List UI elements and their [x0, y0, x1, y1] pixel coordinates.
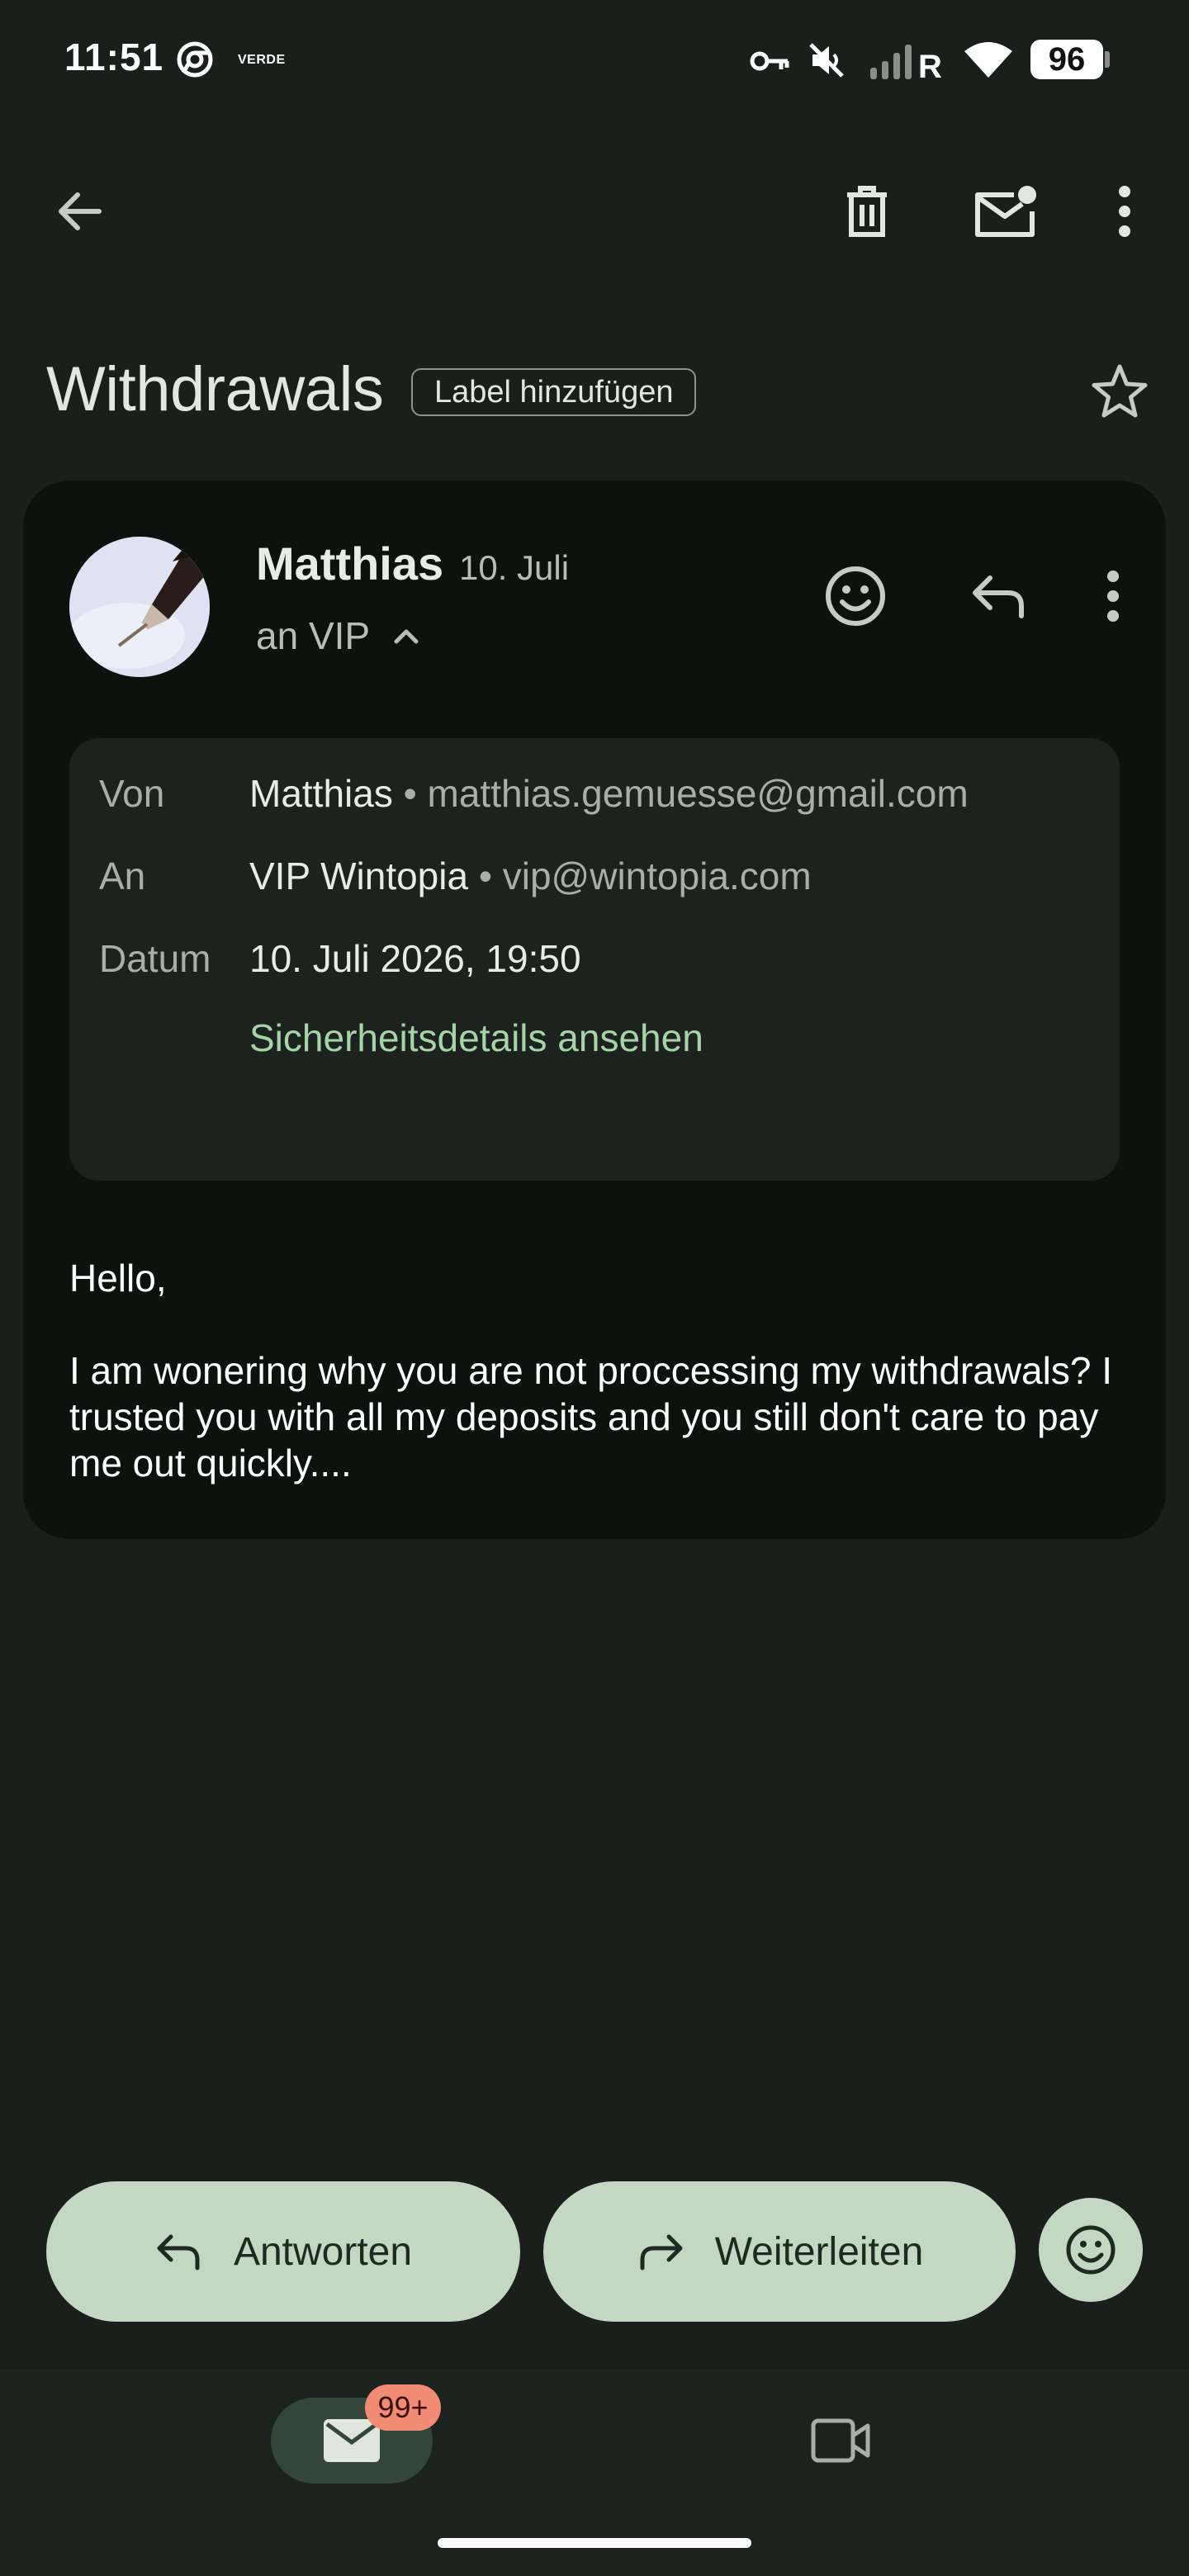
more-vert-icon — [1107, 571, 1119, 622]
trash-icon — [847, 186, 887, 237]
status-time: 11:51 — [64, 36, 164, 78]
from-name: Matthias — [249, 772, 393, 815]
recipient-details-toggle[interactable]: an VIP — [256, 611, 421, 661]
svg-text:R: R — [918, 49, 942, 81]
vpn-key-icon — [750, 51, 789, 71]
unread-count-badge: 99+ — [365, 2384, 441, 2431]
reply-icon — [157, 2234, 200, 2271]
security-details-link[interactable]: Sicherheitsdetails ansehen — [249, 1016, 703, 1060]
mark-unread-icon — [975, 186, 1036, 237]
sender-name[interactable]: Matthias — [256, 537, 443, 590]
reply-label: Antworten — [233, 2229, 413, 2274]
star-button[interactable] — [1082, 353, 1158, 429]
mark-unread-button[interactable] — [964, 173, 1047, 249]
date-label: Datum — [99, 937, 211, 980]
add-label-chip[interactable]: Label hinzufügen — [411, 368, 697, 416]
emoji-reaction-button[interactable] — [1039, 2198, 1143, 2302]
battery-level: 96 — [1048, 41, 1086, 78]
back-button[interactable] — [41, 173, 117, 249]
add-reaction-button[interactable] — [809, 550, 902, 642]
delete-button[interactable] — [829, 173, 905, 249]
forward-icon — [640, 2234, 683, 2271]
arrow-back-icon — [59, 192, 102, 230]
more-vert-icon — [1119, 186, 1130, 237]
status-bar: 11:51 VERDE R 96 — [0, 0, 1189, 124]
message-body: Hello, I am wonering why you are not pro… — [69, 1255, 1135, 1486]
signal-icon: R — [870, 45, 942, 81]
more-options-button[interactable] — [1092, 173, 1158, 249]
message-date: 10. Juli — [459, 548, 570, 587]
date-value: 10. Juli 2026, 19:50 — [249, 937, 581, 980]
emoji-icon — [826, 566, 885, 626]
mute-icon — [809, 43, 844, 78]
email-subject: Withdrawals — [46, 354, 384, 424]
gesture-handle[interactable] — [438, 2538, 751, 2548]
to-value: VIP Wintopia • vip@wintopia.com — [249, 855, 812, 897]
to-email[interactable]: vip@wintopia.com — [503, 855, 812, 897]
message-details-panel: Von Matthias • matthias.gemuesse@gmail.c… — [69, 738, 1120, 1181]
emoji-icon — [1066, 2225, 1116, 2275]
forward-label: Weiterleiten — [714, 2229, 924, 2274]
message-more-button[interactable] — [1080, 550, 1146, 642]
from-value: Matthias • matthias.gemuesse@gmail.com — [249, 772, 969, 815]
reply-button[interactable]: Antworten — [46, 2181, 520, 2322]
forward-button[interactable]: Weiterleiten — [543, 2181, 1016, 2322]
video-camera-icon — [811, 2418, 870, 2463]
star-outline-icon — [1092, 364, 1148, 418]
reply-icon — [973, 575, 1024, 618]
wifi-icon — [964, 42, 1012, 78]
message-card: Matthias 10. Juli an VIP Von Matthias • … — [23, 481, 1166, 1539]
bottom-navigation: 99+ — [0, 2370, 1189, 2576]
from-email[interactable]: matthias.gemuesse@gmail.com — [428, 772, 969, 815]
sender-avatar[interactable] — [69, 537, 210, 677]
body-greeting: Hello, — [69, 1257, 167, 1300]
nav-meet-tab[interactable] — [796, 2398, 887, 2484]
carrier-badge: VERDE — [238, 53, 286, 67]
chevron-up-icon — [394, 629, 419, 644]
battery-indicator: 96 — [1030, 40, 1110, 79]
reply-icon-button[interactable] — [953, 550, 1045, 642]
to-label: An — [99, 855, 146, 897]
from-label: Von — [99, 772, 165, 815]
chrome-icon — [177, 41, 213, 78]
avatar-image — [69, 537, 210, 677]
body-paragraph: I am wonering why you are not proccessin… — [69, 1349, 1113, 1485]
recipient-summary: an VIP — [256, 614, 371, 657]
to-name: VIP Wintopia — [249, 855, 469, 897]
